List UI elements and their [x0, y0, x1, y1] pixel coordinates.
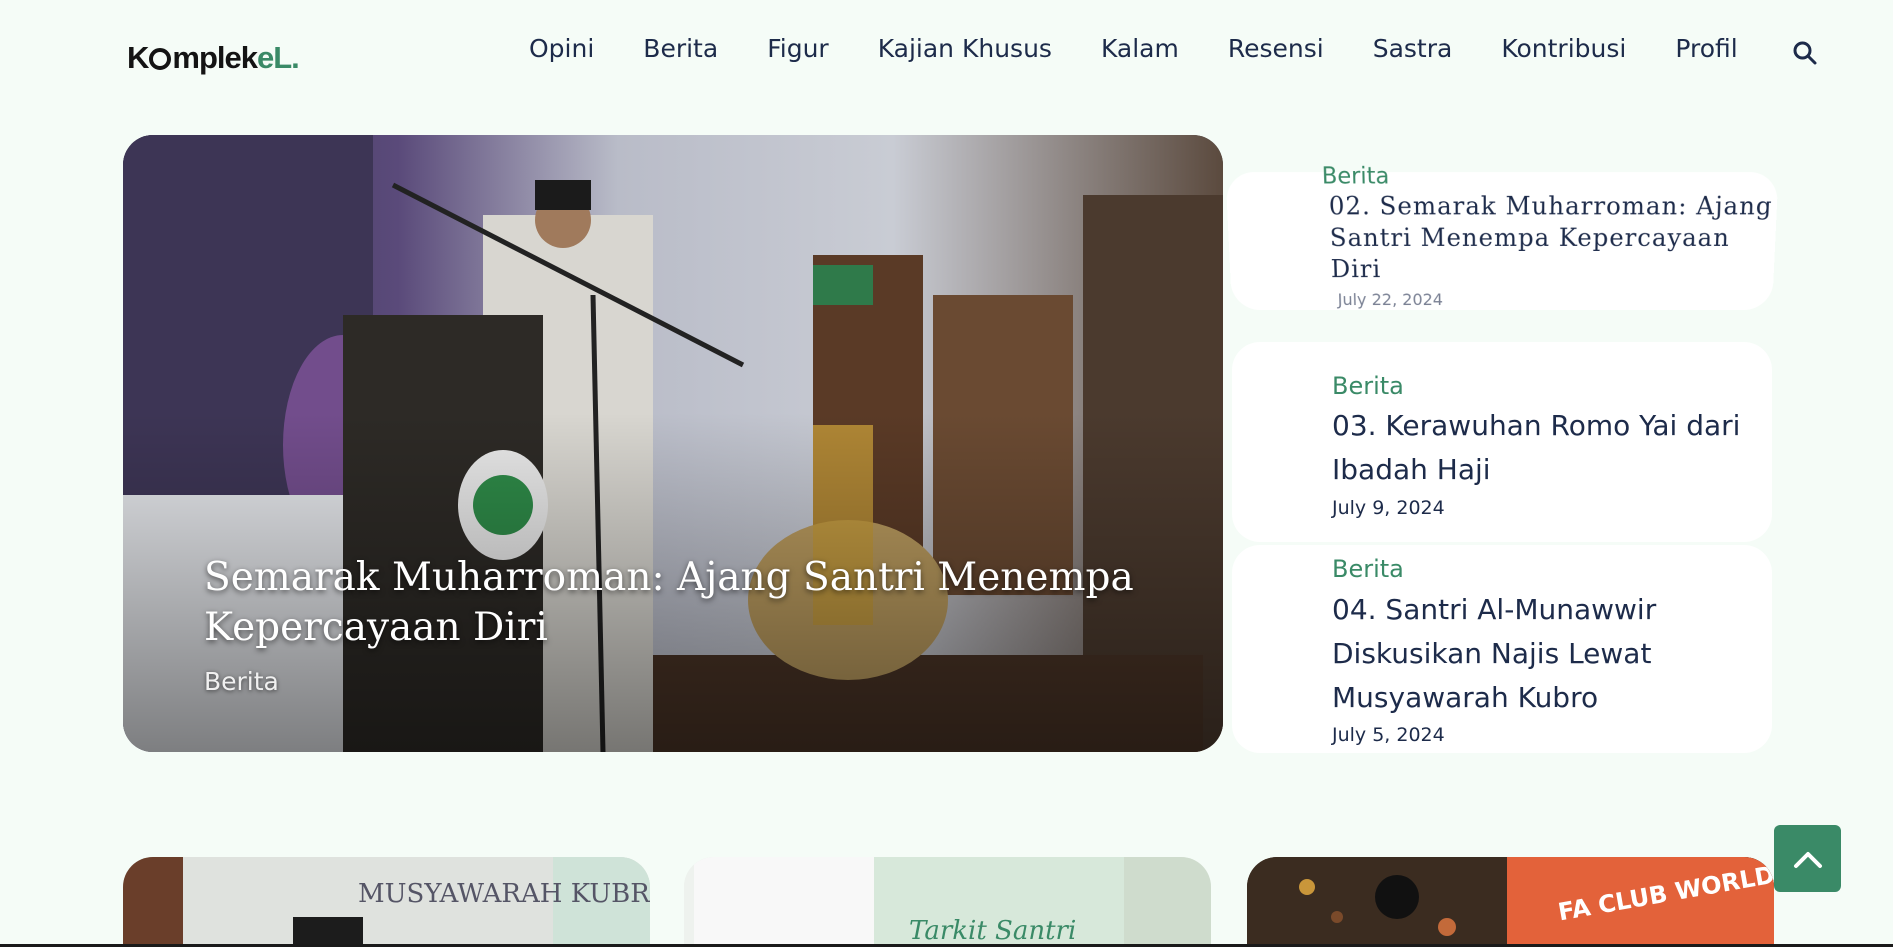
- hero-article[interactable]: Semarak Muharroman: Ajang Santri Menempa…: [123, 135, 1223, 752]
- logo-text: K: [127, 40, 149, 75]
- article-title[interactable]: 04. Santri Al-Munawwir Diskusikan Najis …: [1332, 588, 1772, 720]
- nav-item-berita[interactable]: Berita: [643, 34, 718, 63]
- back-to-top-button[interactable]: [1774, 825, 1841, 892]
- chevron-up-icon: [1793, 851, 1822, 868]
- thumbnail-image: Tarkit Santri: [684, 857, 1211, 947]
- nav-item-sastra[interactable]: Sastra: [1373, 34, 1453, 63]
- search-icon[interactable]: [1792, 40, 1818, 66]
- hero-title[interactable]: Semarak Muharroman: Ajang Santri Menempa…: [204, 553, 1164, 653]
- article-thumbnail[interactable]: Tarkit Santri: [684, 857, 1211, 947]
- nav-item-kalam[interactable]: Kalam: [1101, 34, 1179, 63]
- article-category[interactable]: Berita: [1332, 372, 1404, 400]
- article-category[interactable]: Berita: [1321, 164, 1389, 190]
- site-logo[interactable]: Kmplek eL.: [127, 40, 300, 76]
- side-article-card[interactable]: Berita 02. Semarak Muharroman: Ajang San…: [1225, 164, 1779, 310]
- nav-item-profil[interactable]: Profil: [1675, 34, 1737, 63]
- thumbnail-text: MUSYAWARAH KUBRO: [358, 879, 650, 909]
- article-date: July 5, 2024: [1332, 724, 1445, 746]
- thumbnail-image: MUSYAWARAH KUBRO: [123, 857, 650, 947]
- nav-item-figur[interactable]: Figur: [767, 34, 829, 63]
- article-title[interactable]: 03. Kerawuhan Romo Yai dari Ibadah Haji: [1332, 404, 1772, 492]
- article-title[interactable]: 02. Semarak Muharroman: Ajang Santri Men…: [1328, 191, 1777, 285]
- nav-item-resensi[interactable]: Resensi: [1228, 34, 1324, 63]
- main-nav: Opini Berita Figur Kajian Khusus Kalam R…: [529, 34, 1787, 63]
- logo-text: eL.: [257, 40, 300, 75]
- article-thumbnail[interactable]: FA CLUB WORLD: [1247, 857, 1774, 947]
- nav-item-opini[interactable]: Opini: [529, 34, 594, 63]
- nav-item-kajian-khusus[interactable]: Kajian Khusus: [878, 34, 1052, 63]
- nav-item-kontribusi[interactable]: Kontribusi: [1501, 34, 1626, 63]
- side-article-card[interactable]: Berita 04. Santri Al-Munawwir Diskusikan…: [1232, 545, 1772, 753]
- side-article-card[interactable]: Berita 03. Kerawuhan Romo Yai dari Ibada…: [1232, 342, 1772, 542]
- hero-overlay: [123, 135, 1223, 752]
- thumbnail-text: Tarkit Santri: [909, 916, 1076, 946]
- article-date: July 9, 2024: [1332, 497, 1445, 519]
- article-date: July 22, 2024: [1337, 290, 1444, 310]
- article-thumbnail[interactable]: MUSYAWARAH KUBRO: [123, 857, 650, 947]
- logo-ring-icon: [149, 48, 172, 70]
- thumbnail-image: FA CLUB WORLD: [1247, 857, 1774, 947]
- article-category[interactable]: Berita: [1332, 555, 1404, 583]
- site-header: Kmplek eL. Opini Berita Figur Kajian Khus…: [0, 0, 1893, 104]
- hero-category[interactable]: Berita: [204, 667, 279, 696]
- logo-text: mplek: [172, 40, 258, 75]
